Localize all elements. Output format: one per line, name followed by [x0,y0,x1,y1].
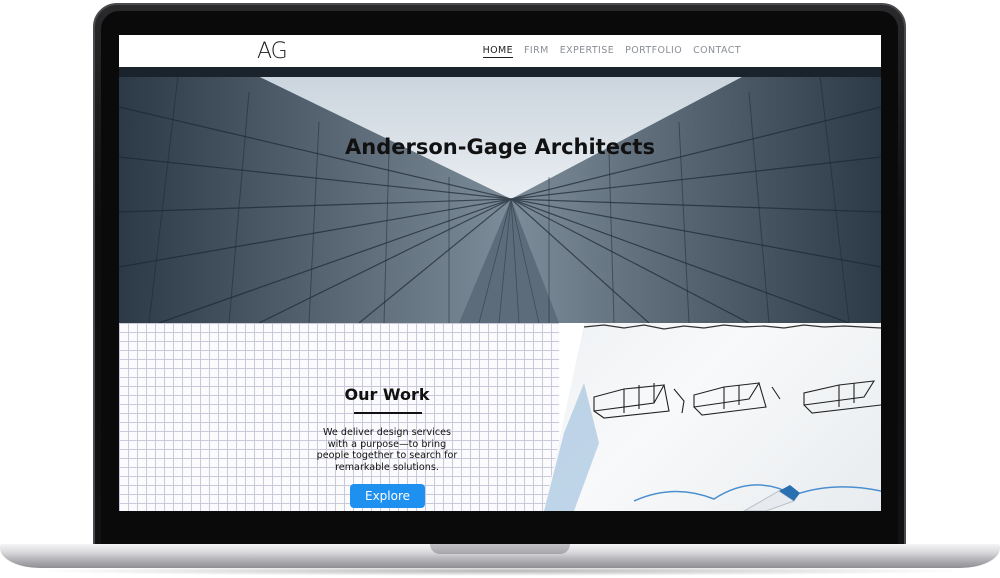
grid-paper-background [119,323,559,511]
nav-home[interactable]: HOME [482,45,514,58]
nav-firm[interactable]: FIRM [524,45,549,57]
sketch-image [544,323,881,511]
our-work-description: We deliver design services with a purpos… [316,427,458,473]
our-work-section: Our Work We deliver design services with… [119,323,881,511]
nav-contact[interactable]: CONTACT [693,45,741,57]
laptop-base-notch [430,544,570,554]
our-work-heading: Our Work [344,385,430,404]
top-nav: AG HOME FIRM EXPERTISE PORTFOLIO CONTACT [119,35,881,67]
hero-title: Anderson-Gage Architects [345,135,655,159]
sketch-drawing [544,324,881,511]
heading-divider [354,412,422,414]
hero-building-image [119,67,881,323]
explore-button[interactable]: Explore [350,484,425,508]
hero-banner: Anderson-Gage Architects [119,67,881,323]
nav-menu: HOME FIRM EXPERTISE PORTFOLIO CONTACT [482,35,741,67]
browser-screen: AG HOME FIRM EXPERTISE PORTFOLIO CONTACT [119,35,881,511]
site-logo[interactable]: AG [257,39,288,64]
nav-expertise[interactable]: EXPERTISE [560,45,614,57]
nav-portfolio[interactable]: PORTFOLIO [625,45,682,57]
